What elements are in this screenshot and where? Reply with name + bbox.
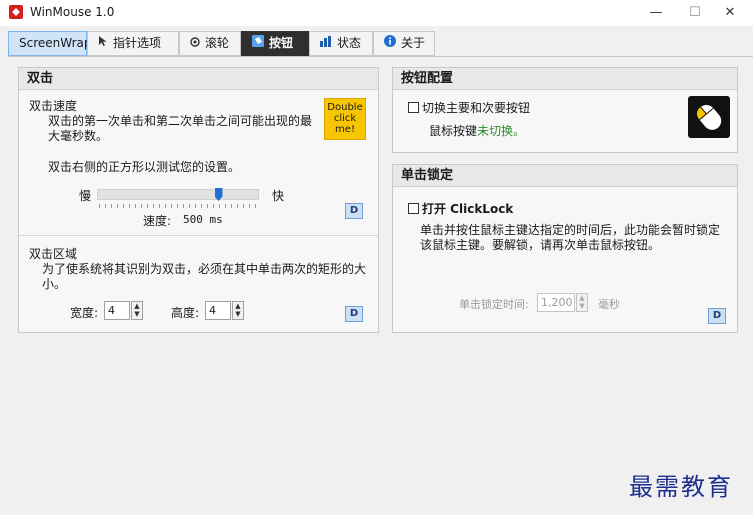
group-header: 按钮配置 [393,68,737,90]
pointer-icon [98,32,108,55]
button-status-value: 未切换。 [477,124,526,138]
title-bar: WinMouse 1.0 — ☐ ✕ [0,0,753,26]
test-hint: 双击右侧的正方形以测试您的设置。 [48,160,241,174]
double-click-area-section: 双击区域 为了使系统将其识别为双击，必须在其中单击两次的矩形的大小。 宽度: 4… [19,236,378,332]
clicklock-checkbox[interactable] [408,203,419,214]
area-default-button[interactable]: D [345,306,363,322]
tab-label: 关于 [401,36,426,50]
close-button[interactable]: ✕ [707,0,753,26]
section-title: 双击区域 [29,247,78,261]
tab-label: 状态 [337,36,362,50]
window-title: WinMouse 1.0 [30,5,115,19]
button-config-group: 按钮配置 切换主要和次要按钮 鼠标按键 未切换。 [392,67,738,153]
height-label: 高度: [171,306,200,320]
width-input[interactable]: 4 [104,301,130,320]
tab-label: 滚轮 [205,36,230,50]
speed-default-button[interactable]: D [345,203,363,219]
clicklock-time-input[interactable]: 1,200 [537,293,575,312]
app-logo-icon [9,5,23,19]
tab-buttons[interactable]: 按钮 [241,31,309,56]
tab-pointer-options[interactable]: 指针选项 [87,31,179,56]
clicklock-group: 单击锁定 打开 ClickLock 单击并按住鼠标主键达指定的时间后，此功能会暂… [392,164,738,333]
clicklock-time-label: 单击锁定时间: [459,298,529,311]
test-square-line: me! [335,124,355,135]
wheel-icon [190,32,200,55]
clicklock-description: 单击并按住鼠标主键达指定的时间后，此功能会暂时锁定该鼠标主键。要解锁，请再次单击… [420,223,721,252]
speed-value: 500 ms [183,213,223,226]
tab-label: 指针选项 [113,36,162,50]
mouse-icon [688,96,730,138]
slow-label: 慢 [79,189,92,203]
tab-wheel[interactable]: 滚轮 [179,31,241,56]
group-header: 双击 [19,68,378,90]
stepper-arrows[interactable]: ▲ ▼ [576,293,588,312]
tab-label: 按钮 [269,36,294,50]
swap-buttons-label[interactable]: 切换主要和次要按钮 [422,99,530,116]
clicklock-default-button[interactable]: D [708,308,726,324]
double-click-test-square[interactable]: Double click me! [324,98,366,140]
tab-status[interactable]: 状态 [309,31,373,56]
group-header: 单击锁定 [393,165,737,187]
test-square-line: Double [327,102,363,113]
tab-about[interactable]: 关于 [373,31,435,56]
speed-label: 速度: [143,214,172,228]
area-description: 为了使系统将其识别为双击，必须在其中单击两次的矩形的大小。 [42,262,367,291]
clicklock-label[interactable]: 打开 ClickLock [422,200,513,217]
slider-ticks [99,204,257,208]
section-title: 双击速度 [29,99,78,113]
speed-slider[interactable] [97,189,259,200]
stepper-arrows[interactable]: ▲ ▼ [131,301,143,320]
double-click-group: 双击 双击速度 双击的第一次单击和第二次单击之间可能出现的最大毫秒数。 Doub… [18,67,379,333]
test-square-line: click [333,113,357,124]
speed-description: 双击的第一次单击和第二次单击之间可能出现的最大毫秒数。 [48,114,313,143]
tab-label: ScreenWrap [19,36,92,50]
info-icon [384,32,396,55]
watermark: 最需教育 [629,473,733,501]
clicklock-time-unit: 毫秒 [598,298,620,311]
tab-screenwrap[interactable]: ScreenWrap [8,31,92,56]
width-label: 宽度: [70,306,99,320]
double-click-speed-section: 双击速度 双击的第一次单击和第二次单击之间可能出现的最大毫秒数。 Double … [19,91,378,235]
height-input[interactable]: 4 [205,301,231,320]
mouse-button-icon [252,32,264,55]
button-status-prefix: 鼠标按键 [429,124,478,138]
fast-label: 快 [272,189,285,203]
swap-buttons-checkbox[interactable] [408,102,419,113]
chart-icon [320,32,332,55]
stepper-arrows[interactable]: ▲ ▼ [232,301,244,320]
